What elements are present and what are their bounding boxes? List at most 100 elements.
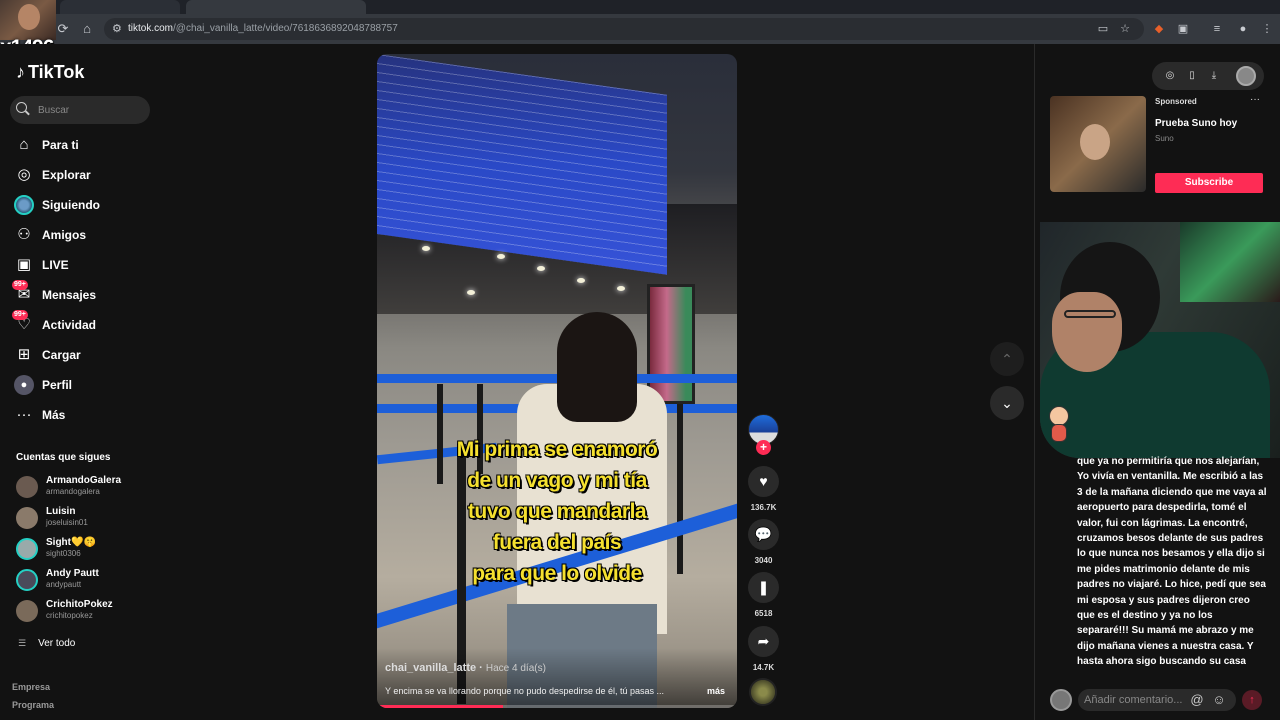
following-account[interactable]: CrichitoPokez crichitopokez (16, 598, 156, 624)
user-avatar[interactable] (1236, 66, 1256, 86)
next-video-button[interactable]: ⌄ (990, 386, 1024, 420)
footer-link-programa[interactable]: Programa (12, 700, 54, 710)
previous-video-button[interactable]: ⌃ (990, 342, 1024, 376)
nav-actividad[interactable]: ♡ 99+ Actividad (12, 310, 154, 336)
nav-mensajes[interactable]: ✉ 99+ Mensajes (12, 280, 154, 306)
ad-options-icon[interactable]: ··· (1250, 94, 1260, 105)
music-disc-icon[interactable] (749, 678, 777, 706)
site-info-icon[interactable]: ⚙ (112, 22, 122, 36)
mascot-body (1051, 424, 1067, 442)
send-icon[interactable]: ↑ (1242, 690, 1262, 710)
see-all-link[interactable]: ☰ Ver todo (18, 638, 75, 649)
media-icon[interactable]: ≡ (1208, 20, 1226, 38)
video-scene-light (617, 286, 625, 291)
nav-label: Actividad (42, 318, 97, 332)
reload-icon[interactable]: ⟳ (54, 20, 72, 38)
home-icon[interactable]: ⌂ (78, 20, 96, 38)
avatar (16, 538, 38, 560)
account-handle: armandogalera (46, 487, 100, 496)
following-account[interactable]: Andy Pautt andypautt (16, 567, 156, 593)
avatar (16, 569, 38, 591)
avatar (16, 600, 38, 622)
browser-tab[interactable] (60, 0, 180, 14)
description-more-link[interactable]: más (707, 686, 725, 696)
like-button[interactable]: ♥ (748, 466, 779, 497)
video-scene-person-hair (557, 312, 637, 422)
share-button[interactable]: ➦ (748, 626, 779, 657)
avatar (16, 476, 38, 498)
following-account[interactable]: Luisin joseluisin01 (16, 505, 156, 531)
nav-label: Para ti (42, 138, 79, 152)
install-icon[interactable]: ▭ (1094, 20, 1112, 38)
video-player[interactable]: Mi prima se enamoró de un vago y mi tía … (377, 54, 737, 708)
ad-thumbnail[interactable] (1050, 96, 1146, 192)
nav-explorar[interactable]: ◎ Explorar (14, 164, 154, 186)
like-count: 136.7K (750, 503, 777, 512)
account-name: ArmandoGalera (46, 475, 122, 486)
account-handle: sight0306 (46, 549, 81, 558)
following-account[interactable]: Sight💛🤫 sight0306 (16, 536, 156, 562)
account-name: CrichitoPokez (46, 599, 113, 610)
nav-perfil[interactable]: ● Perfil (14, 374, 154, 396)
account-handle: joseluisin01 (46, 518, 88, 527)
follow-plus-button[interactable]: + (756, 440, 771, 455)
video-author[interactable]: chai_vanilla_latte · Hace 4 día(s) (385, 662, 546, 674)
video-scene-light (497, 254, 505, 259)
puzzle-icon[interactable]: ▣ (1174, 20, 1192, 38)
video-progress-fill (377, 705, 503, 708)
bookmark-star-icon[interactable]: ☆ (1116, 20, 1134, 38)
chevron-down-icon: ⌄ (1001, 395, 1013, 411)
account-handle: andypautt (46, 580, 82, 589)
caption-line: fuera del país (492, 531, 622, 554)
ad-subscribe-button[interactable]: Subscribe (1155, 173, 1263, 193)
address-bar[interactable]: ⚙ tiktok.com/@chai_vanilla_latte/video/7… (104, 18, 1144, 40)
following-account[interactable]: ArmandoGalera armandogalera (16, 474, 156, 500)
home-icon: ⌂ (19, 136, 29, 153)
nav-live[interactable]: ▣ LIVE (14, 254, 154, 276)
sidebar: ♪TikTok ⌂ Para ti ◎ Explorar Siguiendo ⚇… (0, 44, 160, 720)
video-caption-overlay: Mi prima se enamoró de un vago y mi tía … (447, 434, 667, 589)
caption-line: para que lo olvide (472, 562, 642, 585)
nav-cargar[interactable]: ⊞ Cargar (14, 344, 154, 366)
mention-icon[interactable]: @ (1188, 691, 1206, 709)
video-progress-bar[interactable] (377, 705, 737, 708)
emoji-icon[interactable]: ☺ (1210, 691, 1228, 709)
save-button[interactable]: ❚ (748, 572, 779, 603)
nav-para-ti[interactable]: ⌂ Para ti (14, 134, 154, 156)
device-icon[interactable]: ▯ (1184, 68, 1200, 84)
author-name[interactable]: chai_vanilla_latte (385, 662, 476, 674)
friends-icon: ⚇ (17, 226, 31, 243)
coins-icon[interactable]: ◎ (1162, 68, 1178, 84)
search-input[interactable] (38, 103, 146, 117)
share-arrow-icon: ➦ (757, 633, 770, 649)
browser-tab-active[interactable] (186, 0, 366, 14)
video-scene-light (537, 266, 545, 271)
more-icon: ··· (16, 406, 32, 423)
ad-title[interactable]: Prueba Suno hoy (1155, 118, 1237, 129)
post-time: Hace 4 día(s) (485, 663, 546, 674)
download-icon[interactable]: ⤓ (1206, 68, 1222, 84)
video-scene-light (422, 246, 430, 251)
profile-icon: ● (14, 375, 34, 395)
webcam-person-face (1052, 292, 1122, 372)
url-text[interactable]: tiktok.com/@chai_vanilla_latte/video/761… (128, 23, 398, 34)
video-scene-light (577, 278, 585, 283)
nav-mas[interactable]: ··· Más (14, 404, 154, 426)
following-avatar-icon (14, 195, 34, 215)
extension-icon[interactable]: ◆ (1150, 20, 1168, 38)
footer-link-empresa[interactable]: Empresa (12, 682, 50, 692)
profile-avatar-icon[interactable]: ● (1234, 20, 1252, 38)
comment-bubble-icon: 💬 (754, 526, 773, 542)
nav-label: Mensajes (42, 288, 97, 302)
tiktok-logo[interactable]: ♪ TikTok (16, 62, 84, 83)
menu-kebab-icon[interactable]: ⋮ (1258, 20, 1276, 38)
search-box[interactable] (10, 96, 150, 124)
mascot-sticker (1046, 406, 1072, 444)
account-name: Andy Pautt (46, 568, 99, 579)
nav-siguiendo[interactable]: Siguiendo (14, 194, 154, 216)
tiktok-note-icon: ♪ (16, 62, 25, 82)
caption-line: tuvo que mandarla (467, 500, 647, 523)
nav-amigos[interactable]: ⚇ Amigos (14, 224, 154, 246)
comment-button[interactable]: 💬 (748, 519, 779, 550)
comment-count: 3040 (754, 556, 773, 565)
